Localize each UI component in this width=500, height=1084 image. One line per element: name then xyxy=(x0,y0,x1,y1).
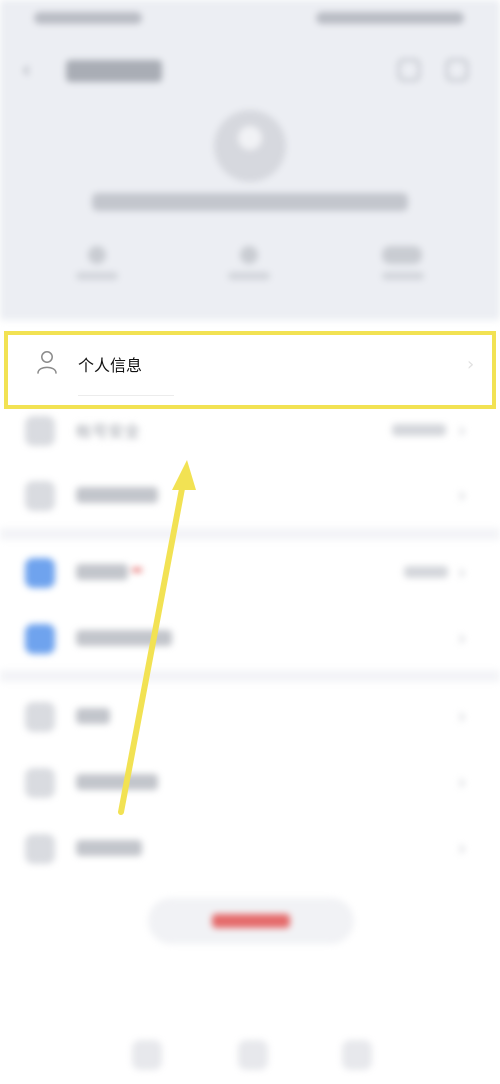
shield-icon xyxy=(25,416,55,446)
navigation-bar: ‹ xyxy=(0,50,500,95)
notification-dot xyxy=(132,568,142,572)
app-icon xyxy=(25,624,55,654)
list-icon xyxy=(25,481,55,511)
stat-item[interactable] xyxy=(368,242,438,288)
divider xyxy=(78,395,174,396)
status-tag xyxy=(392,424,446,436)
chevron-right-icon: › xyxy=(458,483,466,507)
watermark-logo: Bai经验 xyxy=(418,1036,474,1058)
nav-title xyxy=(66,60,162,82)
bottom-tab[interactable] xyxy=(342,1040,372,1070)
status-indicators xyxy=(316,12,464,24)
section-divider xyxy=(0,670,500,682)
chevron-right-icon: › xyxy=(458,836,466,860)
list-item[interactable]: › xyxy=(0,540,500,604)
list-item-personal-info[interactable]: 个人信息 › xyxy=(4,331,496,409)
chevron-right-icon: › xyxy=(467,354,475,375)
account-security-label: 帐号安全 xyxy=(76,422,141,441)
stat-item[interactable] xyxy=(214,242,284,288)
bottom-tab[interactable] xyxy=(238,1040,268,1070)
settings-icon[interactable] xyxy=(446,59,468,81)
list-icon xyxy=(25,702,55,732)
chevron-right-icon: › xyxy=(458,418,466,442)
chevron-right-icon: › xyxy=(458,560,466,584)
bottom-tab[interactable] xyxy=(132,1040,162,1070)
section-divider xyxy=(0,528,500,540)
scan-icon[interactable] xyxy=(398,59,420,81)
list-icon xyxy=(25,768,55,798)
list-item[interactable]: › xyxy=(0,606,500,670)
list-item[interactable]: › xyxy=(0,750,500,814)
list-item[interactable]: › xyxy=(0,816,500,880)
chevron-right-icon: › xyxy=(458,704,466,728)
status-bar xyxy=(0,0,500,40)
avatar-head xyxy=(238,126,262,150)
status-time xyxy=(34,12,142,24)
back-icon[interactable]: ‹ xyxy=(22,60,40,82)
personal-info-label: 个人信息 xyxy=(78,356,143,375)
logout-button[interactable] xyxy=(148,898,354,944)
stat-item[interactable] xyxy=(62,242,132,288)
chevron-right-icon: › xyxy=(458,770,466,794)
list-icon xyxy=(25,834,55,864)
person-icon xyxy=(37,351,57,374)
chevron-right-icon: › xyxy=(458,626,466,650)
app-icon xyxy=(25,558,55,588)
list-item[interactable]: › xyxy=(0,684,500,748)
list-item[interactable]: › xyxy=(0,463,500,527)
user-info-line xyxy=(92,193,408,211)
